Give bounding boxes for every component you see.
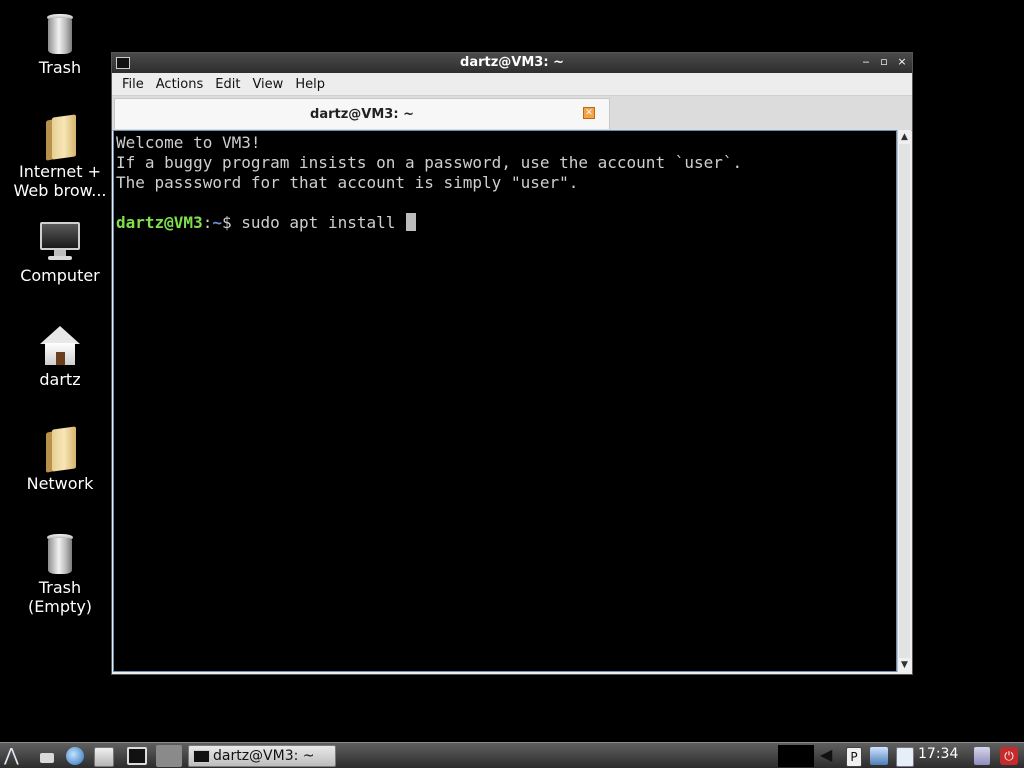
taskbar-item-terminal[interactable]: dartz@VM3: ~: [188, 745, 336, 767]
folder-icon: [44, 114, 76, 161]
computer-icon: [40, 222, 80, 262]
terminal-icon: [193, 750, 210, 763]
terminal-window: dartz@VM3: ~ ‒ ▫ × File Actions Edit Vie…: [111, 52, 913, 675]
terminal-scrollbar[interactable]: ▲ ▼: [897, 130, 911, 672]
file-manager-icon[interactable]: [94, 747, 114, 767]
desktop-icon-home[interactable]: dartz: [5, 326, 115, 389]
menu-edit[interactable]: Edit: [209, 77, 246, 92]
clock[interactable]: 17:34: [918, 746, 958, 762]
desktop-icon-trash[interactable]: Trash: [5, 14, 115, 77]
arrow-left-icon[interactable]: ◀: [820, 747, 838, 765]
clipboard-icon[interactable]: P: [846, 747, 862, 767]
terminal-launcher-icon[interactable]: [127, 747, 147, 765]
taskbar-item-label: dartz@VM3: ~: [213, 748, 315, 764]
terminal-line: If a buggy program insists on a password…: [116, 153, 743, 172]
search-icon[interactable]: [896, 747, 914, 767]
terminal-line: Welcome to VM3!: [116, 133, 261, 152]
terminal-command: sudo apt install: [241, 213, 406, 232]
terminal-line: The passsword for that account is simply…: [116, 173, 579, 192]
text-cursor: [406, 213, 417, 231]
maximize-button[interactable]: ▫: [878, 54, 890, 70]
folder-icon: [44, 426, 76, 473]
desktop-icon-label-line2: Web brow...: [13, 181, 107, 200]
menu-help[interactable]: Help: [289, 77, 331, 92]
tray-area: [778, 745, 814, 767]
scroll-up-icon[interactable]: ▲: [898, 130, 911, 144]
network-tray-icon[interactable]: [870, 747, 888, 765]
taskbar: ⋀ dartz@VM3: ~ ◀ P 17:34 ⏻: [0, 742, 1024, 768]
home-icon: [40, 326, 80, 366]
desktop-icon-label-line2: (Empty): [27, 597, 93, 616]
power-icon[interactable]: ⏻: [1000, 747, 1018, 765]
taskbar-separator: [156, 745, 182, 767]
desktop-icon-computer[interactable]: Computer: [5, 222, 115, 285]
terminal-output[interactable]: Welcome to VM3! If a buggy program insis…: [113, 130, 897, 672]
scroll-down-icon[interactable]: ▼: [898, 658, 911, 672]
prompt-user: dartz@VM3: [116, 213, 203, 232]
scroll-track[interactable]: [899, 144, 910, 658]
menu-file[interactable]: File: [116, 77, 150, 92]
desktop-icon-label: Trash: [38, 58, 82, 77]
prompt-path: ~: [212, 213, 222, 232]
desktop-icon-label: Trash: [38, 578, 82, 597]
prompt-separator: :: [202, 213, 213, 232]
desktop-icon-label: Computer: [20, 266, 100, 285]
desktop-icon-label: dartz: [39, 370, 81, 389]
menu-view[interactable]: View: [246, 77, 289, 92]
window-titlebar[interactable]: dartz@VM3: ~ ‒ ▫ ×: [112, 53, 912, 73]
menu-actions[interactable]: Actions: [150, 77, 210, 92]
desktop-icon-internet[interactable]: Internet + Web brow...: [5, 114, 115, 200]
tab-close-icon[interactable]: ✕: [583, 107, 595, 119]
trash-icon: [46, 534, 74, 574]
tab-terminal[interactable]: dartz@VM3: ~ ✕: [114, 98, 610, 129]
lock-screen-icon[interactable]: [974, 747, 990, 765]
prompt-symbol: $: [221, 213, 242, 232]
menu-bar: File Actions Edit View Help: [112, 73, 912, 96]
tab-strip: dartz@VM3: ~ ✕: [112, 96, 912, 131]
desktop-icon-label: Internet +: [18, 162, 102, 181]
trash-icon: [46, 14, 74, 54]
close-button[interactable]: ×: [896, 54, 908, 70]
browser-icon[interactable]: [66, 747, 84, 765]
show-desktop-icon[interactable]: [40, 753, 54, 763]
desktop-icon-label: Network: [26, 474, 94, 493]
tab-title: dartz@VM3: ~: [310, 107, 414, 122]
window-title: dartz@VM3: ~: [460, 55, 564, 70]
desktop-icon-network[interactable]: Network: [5, 426, 115, 493]
desktop-icon-trash-empty[interactable]: Trash (Empty): [5, 534, 115, 616]
minimize-button[interactable]: ‒: [860, 54, 872, 70]
start-menu-icon[interactable]: ⋀: [4, 747, 22, 765]
